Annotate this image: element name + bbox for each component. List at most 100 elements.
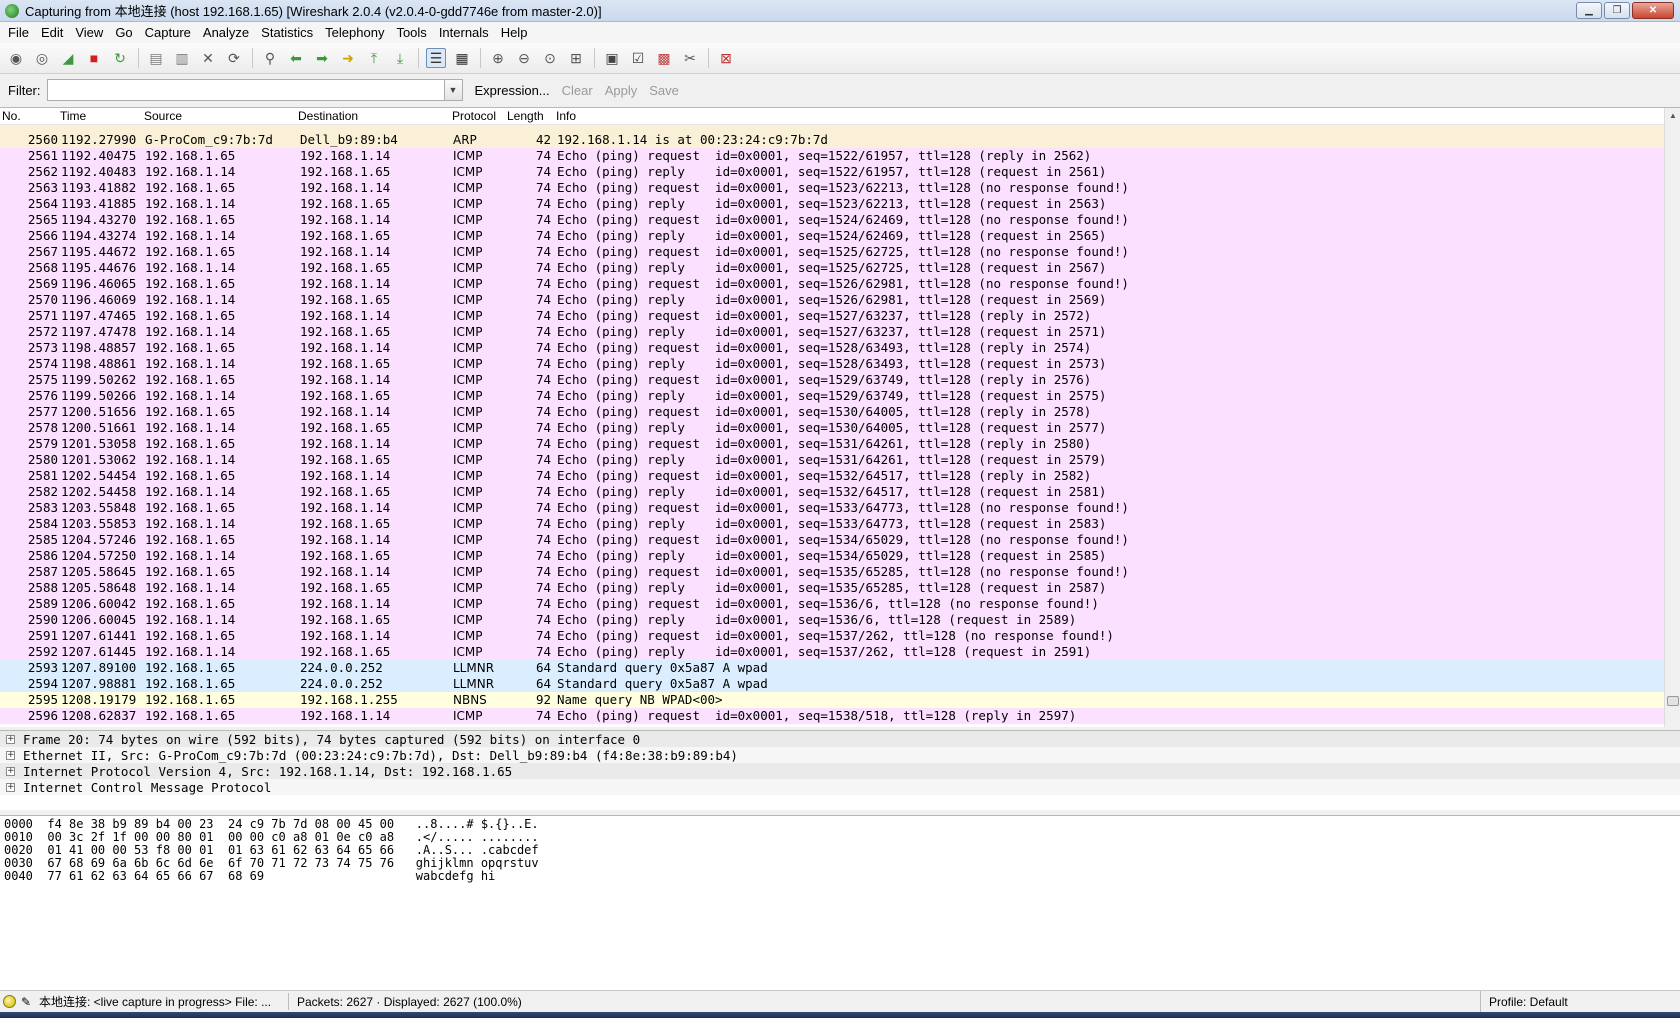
- table-row[interactable]: 2583 1203.55848 192.168.1.65 192.168.1.14 IC…: [0, 500, 1664, 516]
- table-row[interactable]: 2568 1195.44676 192.168.1.14 192.168.1.65 IC…: [0, 260, 1664, 276]
- first-packet-icon[interactable]: ⤒: [364, 48, 384, 68]
- menu-view[interactable]: View: [71, 25, 111, 40]
- menu-tools[interactable]: Tools: [392, 25, 434, 40]
- table-row[interactable]: 2571 1197.47465 192.168.1.65 192.168.1.14 IC…: [0, 308, 1664, 324]
- menu-analyze[interactable]: Analyze: [199, 25, 257, 40]
- column-header-source[interactable]: Source: [144, 109, 182, 123]
- table-row[interactable]: 2575 1199.50262 192.168.1.65 192.168.1.14 IC…: [0, 372, 1664, 388]
- expand-plus-icon[interactable]: +: [6, 734, 15, 744]
- table-row[interactable]: 2585 1204.57246 192.168.1.65 192.168.1.14 IC…: [0, 532, 1664, 548]
- expand-plus-icon[interactable]: +: [6, 750, 15, 760]
- menu-statistics[interactable]: Statistics: [257, 25, 321, 40]
- table-row[interactable]: 2579 1201.53058 192.168.1.65 192.168.1.14 IC…: [0, 436, 1664, 452]
- menu-file[interactable]: File: [4, 25, 37, 40]
- last-packet-icon[interactable]: ⤓: [390, 48, 410, 68]
- go-forward-icon[interactable]: ➡: [312, 48, 332, 68]
- display-filters-icon[interactable]: ☑: [628, 48, 648, 68]
- column-header-destination[interactable]: Destination: [298, 109, 358, 123]
- table-row[interactable]: 2590 1206.60045 192.168.1.14 192.168.1.65 IC…: [0, 612, 1664, 628]
- normal-size-icon[interactable]: ⊙: [540, 48, 560, 68]
- table-row[interactable]: 2562 1192.40483 192.168.1.14 192.168.1.65 IC…: [0, 164, 1664, 180]
- menu-capture[interactable]: Capture: [141, 25, 199, 40]
- table-row[interactable]: 2589 1206.60042 192.168.1.65 192.168.1.14 IC…: [0, 596, 1664, 612]
- table-row[interactable]: 2574 1198.48861 192.168.1.14 192.168.1.65 IC…: [0, 356, 1664, 372]
- table-row[interactable]: 2578 1200.51661 192.168.1.14 192.168.1.65 IC…: [0, 420, 1664, 436]
- hex-dump-row[interactable]: 0040 77 61 62 63 64 65 66 67 68 69 wabcd…: [4, 870, 1680, 883]
- open-file-icon[interactable]: ▤: [146, 48, 166, 68]
- save-filter-button[interactable]: Save: [649, 83, 679, 98]
- filter-input[interactable]: [46, 79, 445, 101]
- help-icon[interactable]: ⊠: [716, 48, 736, 68]
- details-tree-item[interactable]: + Frame 20: 74 bytes on wire (592 bits), …: [0, 731, 1680, 747]
- expand-plus-icon[interactable]: +: [6, 766, 15, 776]
- table-row[interactable]: 2569 1196.46065 192.168.1.65 192.168.1.14 IC…: [0, 276, 1664, 292]
- column-header-time[interactable]: Time: [60, 109, 86, 123]
- details-tree-item[interactable]: + Ethernet II, Src: G-ProCom_c9:7b:7d (00…: [0, 747, 1680, 763]
- find-packet-icon[interactable]: ⚲: [260, 48, 280, 68]
- close-button[interactable]: ✕: [1632, 2, 1674, 19]
- profile-status[interactable]: Profile: Default: [1480, 991, 1680, 1013]
- interfaces-icon[interactable]: ◉: [6, 48, 26, 68]
- auto-scroll-icon[interactable]: ▦: [452, 48, 472, 68]
- restart-capture-icon[interactable]: ↻: [110, 48, 130, 68]
- reload-icon[interactable]: ⟳: [224, 48, 244, 68]
- table-row[interactable]: 2577 1200.51656 192.168.1.65 192.168.1.14 IC…: [0, 404, 1664, 420]
- table-row[interactable]: 2582 1202.54458 192.168.1.14 192.168.1.65 IC…: [0, 484, 1664, 500]
- table-row[interactable]: 2570 1196.46069 192.168.1.14 192.168.1.65 IC…: [0, 292, 1664, 308]
- table-row[interactable]: 2594 1207.98881 192.168.1.65 224.0.0.252 LLM…: [0, 676, 1664, 692]
- table-row[interactable]: 2588 1205.58648 192.168.1.14 192.168.1.65 IC…: [0, 580, 1664, 596]
- table-row[interactable]: 2592 1207.61445 192.168.1.14 192.168.1.65 IC…: [0, 644, 1664, 660]
- resize-columns-icon[interactable]: ⊞: [566, 48, 586, 68]
- column-header-info[interactable]: Info: [556, 109, 576, 123]
- expression-button[interactable]: Expression...: [475, 83, 550, 98]
- go-to-packet-icon[interactable]: ➜: [338, 48, 358, 68]
- table-row[interactable]: 2564 1193.41885 192.168.1.14 192.168.1.65 IC…: [0, 196, 1664, 212]
- stop-capture-icon[interactable]: ■: [84, 48, 104, 68]
- table-row[interactable]: 2561 1192.40475 192.168.1.65 192.168.1.14 IC…: [0, 148, 1664, 164]
- table-row[interactable]: 2595 1208.19179 192.168.1.65 192.168.1.255 N…: [0, 692, 1664, 708]
- table-row[interactable]: 2591 1207.61441 192.168.1.65 192.168.1.14 IC…: [0, 628, 1664, 644]
- table-row[interactable]: 2560 1192.27990 G-ProCom_c9:7b:7d Dell_b9:8…: [0, 132, 1664, 148]
- capture-comment-icon[interactable]: ✎: [21, 995, 35, 1009]
- go-back-icon[interactable]: ⬅: [286, 48, 306, 68]
- maximize-button[interactable]: ❐: [1604, 2, 1630, 19]
- table-row[interactable]: 2584 1203.55853 192.168.1.14 192.168.1.65 IC…: [0, 516, 1664, 532]
- column-header-no[interactable]: No.: [2, 109, 21, 123]
- save-file-icon[interactable]: ▥: [172, 48, 192, 68]
- column-header-protocol[interactable]: Protocol: [452, 109, 496, 123]
- table-row[interactable]: 2567 1195.44672 192.168.1.65 192.168.1.14 IC…: [0, 244, 1664, 260]
- preferences-icon[interactable]: ✂: [680, 48, 700, 68]
- options-icon[interactable]: ◎: [32, 48, 52, 68]
- scrollbar-thumb[interactable]: [1667, 696, 1679, 706]
- close-file-icon[interactable]: ✕: [198, 48, 218, 68]
- table-row[interactable]: 2593 1207.89100 192.168.1.65 224.0.0.252 LLM…: [0, 660, 1664, 676]
- table-row[interactable]: 2586 1204.57250 192.168.1.14 192.168.1.65 IC…: [0, 548, 1664, 564]
- apply-button[interactable]: Apply: [605, 83, 638, 98]
- menu-go[interactable]: Go: [111, 25, 140, 40]
- table-row[interactable]: 2572 1197.47478 192.168.1.14 192.168.1.65 IC…: [0, 324, 1664, 340]
- table-row[interactable]: 2581 1202.54454 192.168.1.65 192.168.1.14 IC…: [0, 468, 1664, 484]
- table-row[interactable]: 2587 1205.58645 192.168.1.65 192.168.1.14 IC…: [0, 564, 1664, 580]
- table-row[interactable]: 2563 1193.41882 192.168.1.65 192.168.1.14 IC…: [0, 180, 1664, 196]
- clear-button[interactable]: Clear: [562, 83, 593, 98]
- table-row[interactable]: 2566 1194.43274 192.168.1.14 192.168.1.65 IC…: [0, 228, 1664, 244]
- expert-info-led-icon[interactable]: [3, 995, 16, 1008]
- menu-help[interactable]: Help: [497, 25, 536, 40]
- table-row[interactable]: 2565 1194.43270 192.168.1.65 192.168.1.14 IC…: [0, 212, 1664, 228]
- scroll-up-icon[interactable]: ▲: [1665, 108, 1680, 124]
- start-capture-icon[interactable]: ◢: [58, 48, 78, 68]
- minimize-button[interactable]: ▁: [1576, 2, 1602, 19]
- zoom-in-icon[interactable]: ⊕: [488, 48, 508, 68]
- filter-dropdown-button[interactable]: ▼: [444, 79, 463, 101]
- menu-internals[interactable]: Internals: [435, 25, 497, 40]
- capture-filters-icon[interactable]: ▣: [602, 48, 622, 68]
- table-row-partial[interactable]: [0, 125, 1664, 132]
- menu-edit[interactable]: Edit: [37, 25, 71, 40]
- column-header-length[interactable]: Length: [507, 109, 544, 123]
- details-tree-item[interactable]: + Internet Protocol Version 4, Src: 192.1…: [0, 763, 1680, 779]
- table-row[interactable]: 2576 1199.50266 192.168.1.14 192.168.1.65 IC…: [0, 388, 1664, 404]
- expand-plus-icon[interactable]: +: [6, 782, 15, 792]
- table-row[interactable]: 2596 1208.62837 192.168.1.65 192.168.1.14 IC…: [0, 708, 1664, 724]
- coloring-rules-icon[interactable]: ▩: [654, 48, 674, 68]
- zoom-out-icon[interactable]: ⊖: [514, 48, 534, 68]
